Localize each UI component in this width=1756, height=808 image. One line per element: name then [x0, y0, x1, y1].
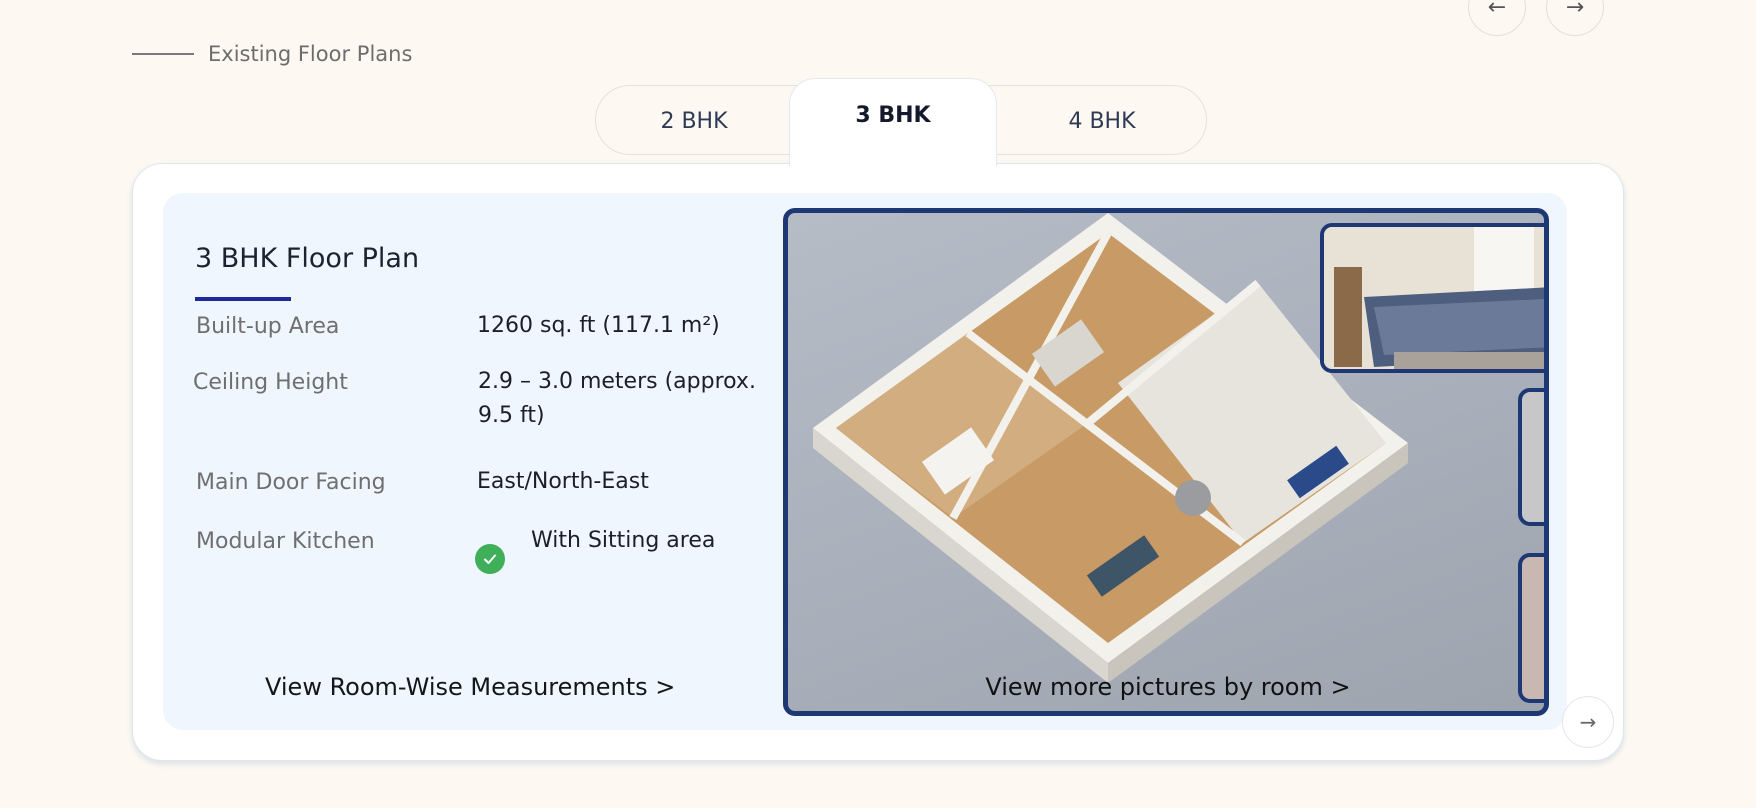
spec-value-modular-kitchen: With Sitting area — [531, 528, 716, 553]
check-icon — [475, 544, 505, 574]
title-underline — [195, 297, 291, 301]
thumbnail-room-2[interactable] — [1518, 388, 1544, 526]
arrow-right-icon: → — [1565, 0, 1585, 20]
next-arrow-button[interactable]: → — [1546, 0, 1604, 36]
ceiling-height-line1: 2.9 – 3.0 meters (approx. — [478, 369, 756, 394]
prev-arrow-button[interactable]: ← — [1468, 0, 1526, 36]
room-measurements-link[interactable]: View Room-Wise Measurements > — [265, 673, 675, 701]
arrow-right-icon: → — [1579, 710, 1597, 734]
spec-value-built-up-area: 1260 sq. ft (117.1 m²) — [477, 313, 720, 338]
section-title: Existing Floor Plans — [208, 42, 413, 66]
section-heading: Existing Floor Plans — [132, 42, 412, 66]
arrow-left-icon: ← — [1487, 0, 1507, 20]
ceiling-height-line2: 9.5 ft) — [478, 403, 545, 428]
tab-3bhk[interactable]: 3 BHK — [789, 78, 997, 166]
floor-plan-image[interactable]: View more pictures by room > — [783, 208, 1549, 716]
spec-value-ceiling-height: 2.9 – 3.0 meters (approx. 9.5 ft) — [478, 365, 756, 433]
floor-plan-card: 3 BHK Floor Plan Built-up Area 1260 sq. … — [132, 163, 1624, 761]
bedroom-photo — [1324, 227, 1544, 369]
floor-plan-panel: 3 BHK Floor Plan Built-up Area 1260 sq. … — [163, 193, 1567, 730]
spec-value-main-door: East/North-East — [477, 469, 649, 494]
thumbnail-bedroom[interactable] — [1320, 223, 1544, 373]
tab-4bhk[interactable]: 4 BHK — [996, 86, 1208, 156]
more-pictures-link[interactable]: View more pictures by room > — [788, 673, 1544, 701]
spec-label-main-door: Main Door Facing — [196, 470, 386, 495]
spec-label-modular-kitchen: Modular Kitchen — [196, 529, 375, 554]
tab-2bhk[interactable]: 2 BHK — [596, 86, 792, 156]
plan-title: 3 BHK Floor Plan — [195, 243, 420, 274]
gallery-next-button[interactable]: → — [1562, 696, 1614, 748]
spec-label-ceiling-height: Ceiling Height — [193, 370, 348, 395]
spec-label-built-up-area: Built-up Area — [196, 314, 340, 339]
heading-divider — [132, 53, 194, 55]
